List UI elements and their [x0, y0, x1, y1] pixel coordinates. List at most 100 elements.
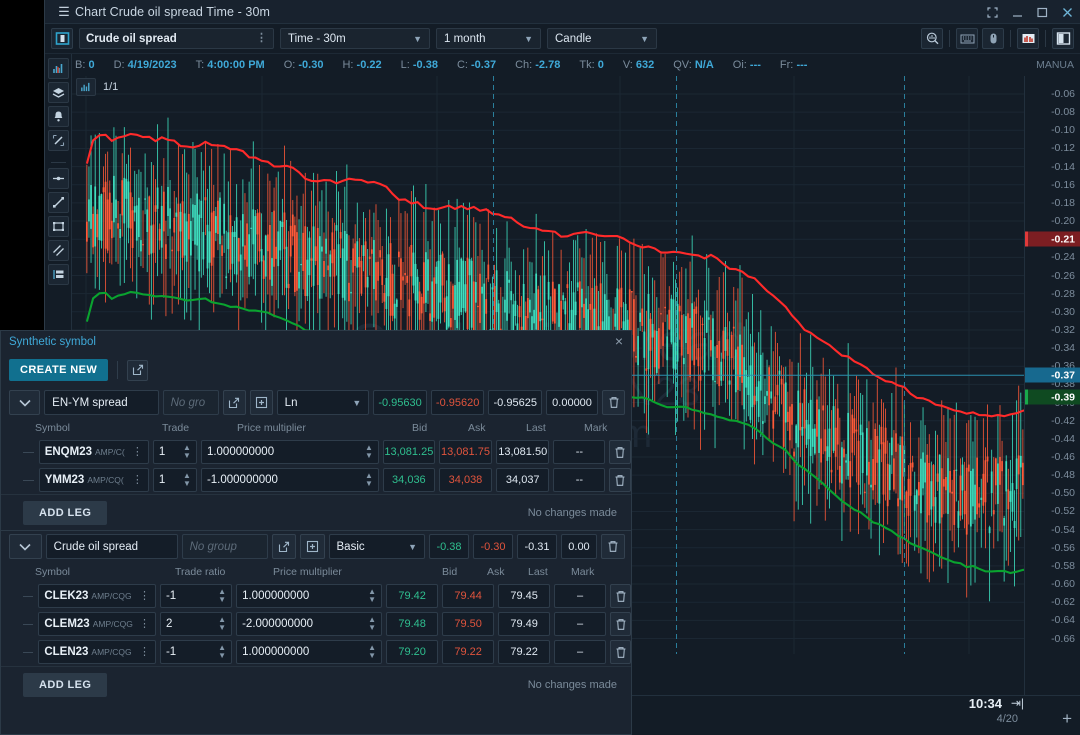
leg-multiplier-input[interactable]: -2.000000000 ▲▼ — [236, 612, 382, 636]
stepper-icon[interactable]: ▲▼ — [365, 444, 373, 459]
pencil-icon[interactable] — [48, 130, 69, 151]
price-axis[interactable]: -0.06-0.08-0.10-0.12-0.14-0.16-0.18-0.20… — [1024, 76, 1080, 695]
info-field: L: -0.38 — [401, 59, 438, 71]
external-link-icon[interactable] — [272, 534, 296, 559]
info-field: QV: N/A — [673, 59, 714, 71]
info-key: Tk: — [579, 59, 594, 71]
leg-multiplier-value: 1.000000000 — [242, 646, 309, 658]
leg-trade-ratio-input[interactable]: 2 ▲▼ — [160, 612, 232, 636]
trash-icon[interactable] — [609, 468, 631, 492]
trash-icon[interactable] — [610, 640, 631, 664]
leg-menu-icon[interactable]: ⋮ — [139, 592, 150, 601]
leg-multiplier-input[interactable]: -1.000000000 ▲▼ — [201, 468, 379, 492]
leg-trade-ratio-input[interactable]: -1 ▲▼ — [160, 640, 232, 664]
horizontal-line-icon[interactable] — [48, 168, 69, 189]
trash-icon[interactable] — [610, 612, 631, 636]
layers-icon[interactable] — [48, 82, 69, 103]
close-icon[interactable] — [1060, 7, 1074, 18]
jump-to-latest-icon[interactable]: ⇥| — [1011, 696, 1024, 710]
stepper-icon[interactable]: ▲▼ — [368, 588, 376, 603]
chevron-down-icon[interactable] — [9, 534, 42, 559]
trash-icon[interactable] — [609, 440, 631, 464]
external-link-icon[interactable] — [127, 360, 148, 381]
external-link-icon[interactable] — [223, 390, 246, 415]
trash-icon[interactable] — [602, 390, 625, 415]
legs-header-row: Symbol Trade ratio Price multiplier Bid … — [23, 562, 631, 582]
add-leg-button[interactable]: ADD LEG — [23, 673, 107, 697]
col-multiplier: Price multiplier — [237, 422, 412, 434]
tree-connector — [23, 480, 34, 481]
stepper-icon[interactable]: ▲▼ — [218, 644, 226, 659]
col-ask: Ask — [487, 566, 528, 578]
group-field[interactable]: No group — [182, 534, 269, 559]
group-field[interactable]: No gro — [163, 390, 219, 415]
minimize-icon[interactable] — [1010, 7, 1024, 18]
parallel-lines-icon[interactable] — [48, 240, 69, 261]
trash-icon[interactable] — [601, 534, 625, 559]
leg-row: CLEK23 AMP/CQG ⋮ -1 ▲▼ 1.000000000 ▲▼ 79… — [23, 582, 631, 610]
leg-menu-icon[interactable]: ⋮ — [132, 476, 143, 485]
add-panel-icon[interactable] — [250, 390, 273, 415]
leg-exchange: AMP/CQ( — [87, 475, 132, 485]
magnifier-chart-icon[interactable] — [921, 28, 943, 49]
info-field: B: 0 — [75, 59, 95, 71]
symbol-menu-icon[interactable]: ⋮ — [256, 34, 267, 43]
keyboard-icon[interactable] — [956, 28, 978, 49]
zoom-in-icon[interactable]: + — [1062, 709, 1072, 729]
leg-symbol-field[interactable]: CLEM23 AMP/CQG ⋮ — [38, 612, 156, 636]
hamburger-icon[interactable]: ☰ — [53, 5, 75, 18]
group-name-input[interactable]: Crude oil spread — [46, 534, 178, 559]
period-select[interactable]: 1 month ▼ — [436, 28, 541, 49]
leg-menu-icon[interactable]: ⋮ — [139, 648, 150, 657]
bell-icon[interactable] — [48, 106, 69, 127]
add-panel-icon[interactable] — [300, 534, 324, 559]
symbol-field[interactable]: Crude oil spread ⋮ — [79, 28, 274, 49]
col-ask: Ask — [468, 422, 526, 434]
leg-symbol-field[interactable]: CLEK23 AMP/CQG ⋮ — [38, 584, 156, 608]
leg-trade-input[interactable]: 1 ▲▼ — [153, 468, 197, 492]
maximize-icon[interactable] — [1035, 7, 1049, 18]
create-new-button[interactable]: CREATE NEW — [9, 359, 108, 381]
group-type-select[interactable]: Basic ▼ — [329, 534, 425, 559]
price-tick: -0.34 — [1051, 342, 1075, 354]
stepper-icon[interactable]: ▲▼ — [183, 472, 191, 487]
bar-chart-icon[interactable] — [76, 78, 96, 96]
panel-right-icon[interactable] — [1052, 28, 1074, 49]
leg-menu-icon[interactable]: ⋮ — [132, 448, 143, 457]
price-tick: -0.16 — [1051, 179, 1075, 191]
leg-trade-input[interactable]: 1 ▲▼ — [153, 440, 197, 464]
chart-compare-icon[interactable] — [1017, 28, 1039, 49]
interval-select[interactable]: Time - 30m ▼ — [280, 28, 430, 49]
bar-chart-icon[interactable] — [48, 58, 69, 79]
chevron-down-icon: ▼ — [408, 542, 417, 552]
restore-icon[interactable] — [985, 7, 999, 18]
group-type-select[interactable]: Ln ▼ — [277, 390, 370, 415]
text-list-icon[interactable] — [48, 264, 69, 285]
rectangle-icon[interactable] — [48, 216, 69, 237]
chart-type-select[interactable]: Candle ▼ — [547, 28, 657, 49]
leg-multiplier-input[interactable]: 1.000000000 ▲▼ — [201, 440, 379, 464]
stepper-icon[interactable]: ▲▼ — [218, 588, 226, 603]
mouse-icon[interactable] — [982, 28, 1004, 49]
add-leg-button[interactable]: ADD LEG — [23, 501, 107, 525]
stepper-icon[interactable]: ▲▼ — [218, 616, 226, 631]
leg-multiplier-input[interactable]: 1.000000000 ▲▼ — [236, 640, 382, 664]
trash-icon[interactable] — [610, 584, 631, 608]
stepper-icon[interactable]: ▲▼ — [365, 472, 373, 487]
leg-trade-ratio-input[interactable]: -1 ▲▼ — [160, 584, 232, 608]
leg-multiplier-input[interactable]: 1.000000000 ▲▼ — [236, 584, 382, 608]
trend-line-icon[interactable] — [48, 192, 69, 213]
leg-menu-icon[interactable]: ⋮ — [139, 620, 150, 629]
leg-symbol-field[interactable]: ENQM23 AMP/C( ⋮ — [39, 440, 149, 464]
leg-bid: 79.20 — [386, 640, 438, 664]
panel-layout-icon[interactable] — [51, 28, 73, 49]
leg-symbol-field[interactable]: YMM23 AMP/CQ( ⋮ — [39, 468, 149, 492]
stepper-icon[interactable]: ▲▼ — [368, 616, 376, 631]
close-icon[interactable]: × — [615, 334, 623, 348]
group-name-input[interactable]: EN-YM spread — [44, 390, 158, 415]
chevron-down-icon[interactable] — [9, 390, 40, 415]
info-value: -0.30 — [298, 59, 323, 71]
stepper-icon[interactable]: ▲▼ — [368, 644, 376, 659]
stepper-icon[interactable]: ▲▼ — [183, 444, 191, 459]
leg-symbol-field[interactable]: CLEN23 AMP/CQG ⋮ — [38, 640, 156, 664]
